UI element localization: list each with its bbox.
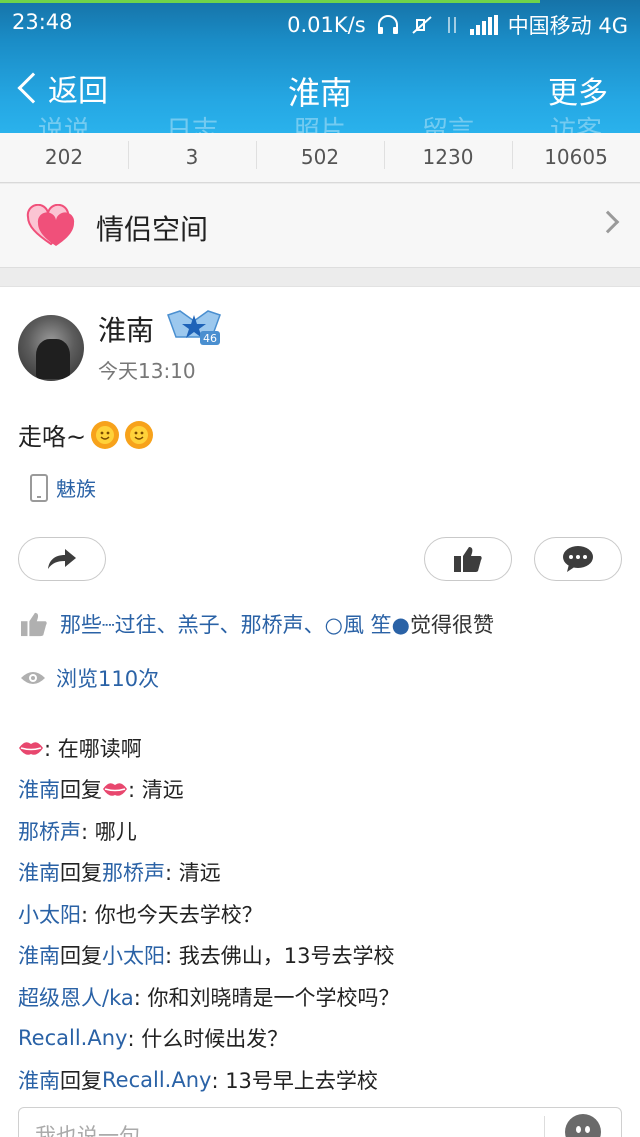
post-card: 淮南 46 今天13:10 走咯~ 魅族 那些┈过往、羔子、那桥声、○風 笙● … (0, 286, 640, 1137)
comment-text: : 你和刘晓晴是一个学校吗？ (133, 985, 400, 1010)
comment-item[interactable]: : 在哪读啊 (18, 727, 628, 769)
comment-icon (563, 546, 593, 572)
signal-icon (469, 15, 498, 35)
chevron-right-icon (596, 210, 620, 234)
sun-emoji-icon (125, 420, 154, 449)
reply-word: 回复 (60, 861, 102, 886)
comment-item[interactable]: 超级恩人/ka: 你和刘晓晴是一个学校吗？ (18, 976, 628, 1018)
post-text-content: 走咯~ (18, 423, 87, 451)
comment-user[interactable]: 淮南 (18, 774, 60, 804)
thumbs-up-icon (454, 547, 482, 572)
comment-text: : 你也今天去学校？ (81, 902, 263, 927)
likes-names[interactable]: 那些┈过往、羔子、那桥声、○風 笙● (60, 609, 410, 639)
comment-user[interactable]: 超级恩人/ka (18, 982, 134, 1012)
share-icon (48, 549, 76, 569)
vip-badge-icon[interactable]: 46 (166, 307, 222, 347)
reply-target-user[interactable]: Recall.Any (102, 1068, 211, 1092)
comment-button[interactable] (534, 537, 622, 581)
couple-space-label: 情侣空间 (96, 213, 209, 246)
likes-suffix: 觉得很赞 (409, 613, 494, 637)
comment-input[interactable] (35, 1122, 515, 1137)
comment-user[interactable]: 淮南 (18, 1065, 60, 1095)
reply-word: 回复 (60, 778, 102, 803)
comment-user[interactable]: 淮南 (18, 857, 60, 887)
comment-list: : 在哪读啊 淮南 回复: 清远 那桥声: 哪儿 淮南 回复 那桥声: 清远 小太阳: 你也今… (18, 727, 628, 1101)
mute-icon (412, 16, 432, 34)
post-text: 走咯~ (18, 417, 154, 452)
post-time: 今天13:10 (98, 359, 196, 383)
like-button[interactable] (424, 537, 512, 581)
eye-icon (21, 672, 45, 684)
avatar[interactable] (18, 315, 84, 381)
thumbs-up-icon (21, 612, 47, 637)
more-button[interactable]: 更多 (548, 68, 608, 112)
reply-word: 回复 (60, 1068, 102, 1093)
status-right: 0.01K/s 中国移动 4G (287, 10, 628, 40)
views-count: 浏览110次 (56, 667, 160, 691)
comment-item[interactable]: 那桥声: 哪儿 (18, 810, 628, 852)
comment-item[interactable]: 淮南 回复 Recall.Any: 13号早上去学校 (18, 1059, 628, 1101)
reply-target-user[interactable]: 那桥声 (102, 857, 165, 887)
comment-user[interactable]: 淮南 (18, 940, 60, 970)
stats-row: 202 3 502 1230 10605 (0, 133, 640, 183)
stat-zhaopian[interactable]: 502 (256, 133, 384, 182)
data-arrows-icon (447, 17, 456, 33)
lips-emoji-icon (19, 741, 43, 755)
likes-row: 那些┈过往、羔子、那桥声、○風 笙● 觉得很赞 (20, 609, 494, 639)
phone-icon (30, 473, 48, 502)
couple-space-row[interactable]: 情侣空间 (0, 184, 640, 268)
comment-user[interactable]: 小太阳 (18, 899, 81, 929)
comment-input-box (18, 1107, 622, 1137)
comment-text: : 清远 (165, 861, 221, 886)
status-time: 23:48 (12, 10, 73, 34)
comment-text: : 清远 (128, 778, 184, 803)
comment-item[interactable]: 小太阳: 你也今天去学校？ (18, 893, 628, 935)
lips-emoji-icon (103, 783, 127, 796)
stat-liuyan[interactable]: 1230 (384, 133, 512, 182)
reply-word: 回复 (60, 944, 102, 969)
comment-item[interactable]: 淮南 回复 那桥声: 清远 (18, 852, 628, 894)
sun-emoji-icon (91, 420, 120, 449)
comment-item[interactable]: Recall.Any: 什么时候出发？ (18, 1018, 628, 1060)
divider (544, 1116, 545, 1137)
vip-level: 46 (203, 332, 217, 345)
emoji-icon[interactable] (565, 1114, 601, 1137)
header: 23:48 0.01K/s 中国移动 4G 说说 日志 照片 留言 访客 返回 … (0, 0, 640, 133)
heart-icon (26, 204, 75, 246)
device-name: 魅族 (56, 477, 96, 501)
nav-bar: 返回 淮南 更多 (0, 62, 640, 118)
share-button[interactable] (18, 537, 106, 581)
device-info[interactable]: 魅族 (30, 473, 96, 502)
page-title: 淮南 (287, 74, 352, 112)
comment-text: : 哪儿 (81, 819, 137, 844)
comment-item[interactable]: 淮南 回复 小太阳: 我去佛山，13号去学校 (18, 935, 628, 977)
comment-text: : 13号早上去学校 (211, 1068, 378, 1093)
comment-text: : 我去佛山，13号去学校 (165, 944, 395, 969)
views-row: 浏览110次 (20, 663, 159, 693)
stat-fangke[interactable]: 10605 (512, 133, 640, 182)
stat-shuoshuo[interactable]: 202 (0, 133, 128, 182)
post-author[interactable]: 淮南 (98, 309, 154, 349)
stat-rizhi[interactable]: 3 (128, 133, 256, 182)
comment-text: : 在哪读啊 (44, 736, 142, 761)
comment-user[interactable]: 那桥声 (18, 816, 81, 846)
status-bar: 23:48 0.01K/s 中国移动 4G (0, 0, 640, 46)
carrier: 中国移动 4G (507, 14, 628, 38)
headphone-icon (377, 15, 398, 34)
reply-target-user[interactable]: 小太阳 (102, 940, 165, 970)
comment-user[interactable]: Recall.Any (18, 1026, 127, 1050)
comment-item[interactable]: 淮南 回复 : 清远 (18, 769, 628, 811)
comment-text: : 什么时候出发？ (127, 1027, 289, 1052)
net-speed: 0.01K/s (287, 13, 366, 37)
